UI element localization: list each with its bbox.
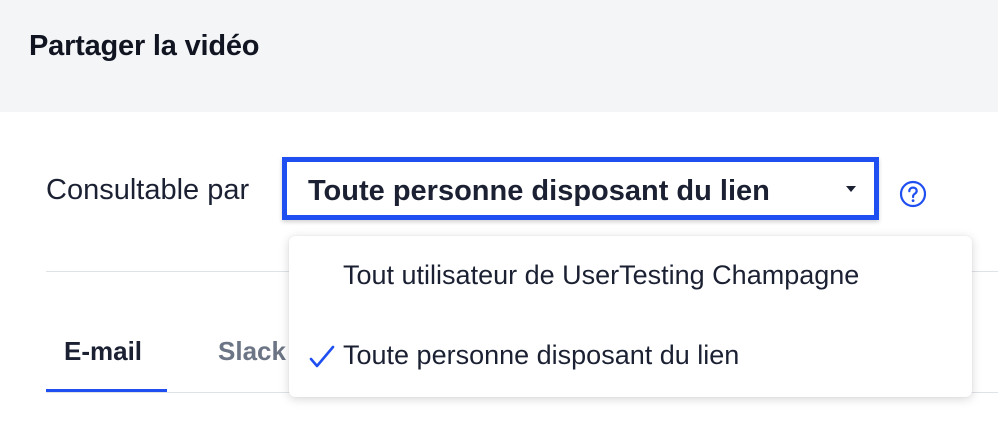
visibility-select-value: Toute personne disposant du lien xyxy=(308,175,770,207)
visibility-label: Consultable par xyxy=(46,174,250,206)
question-circle-icon[interactable] xyxy=(899,180,927,208)
share-video-panel: Partager la vidéo Consultable par Toute … xyxy=(0,0,998,430)
page-title: Partager la vidéo xyxy=(29,30,260,62)
menu-item-label: Toute personne disposant du lien xyxy=(343,340,740,370)
menu-item-label: Tout utilisateur de UserTesting Champagn… xyxy=(343,260,860,290)
tab-slack[interactable]: Slack xyxy=(218,336,286,367)
header: Partager la vidéo xyxy=(0,0,998,112)
visibility-select[interactable]: Toute personne disposant du lien xyxy=(282,157,879,220)
menu-item-anyone-with-link[interactable]: Toute personne disposant du lien xyxy=(289,316,972,396)
checkmark-icon xyxy=(309,345,335,368)
visibility-dropdown-menu: Tout utilisateur de UserTesting Champagn… xyxy=(289,236,972,397)
tab-email[interactable]: E-mail xyxy=(64,336,142,367)
menu-item-usertesting-users[interactable]: Tout utilisateur de UserTesting Champagn… xyxy=(289,236,972,316)
caret-down-icon xyxy=(846,186,856,192)
visibility-row: Consultable par Toute personne disposant… xyxy=(0,150,998,240)
